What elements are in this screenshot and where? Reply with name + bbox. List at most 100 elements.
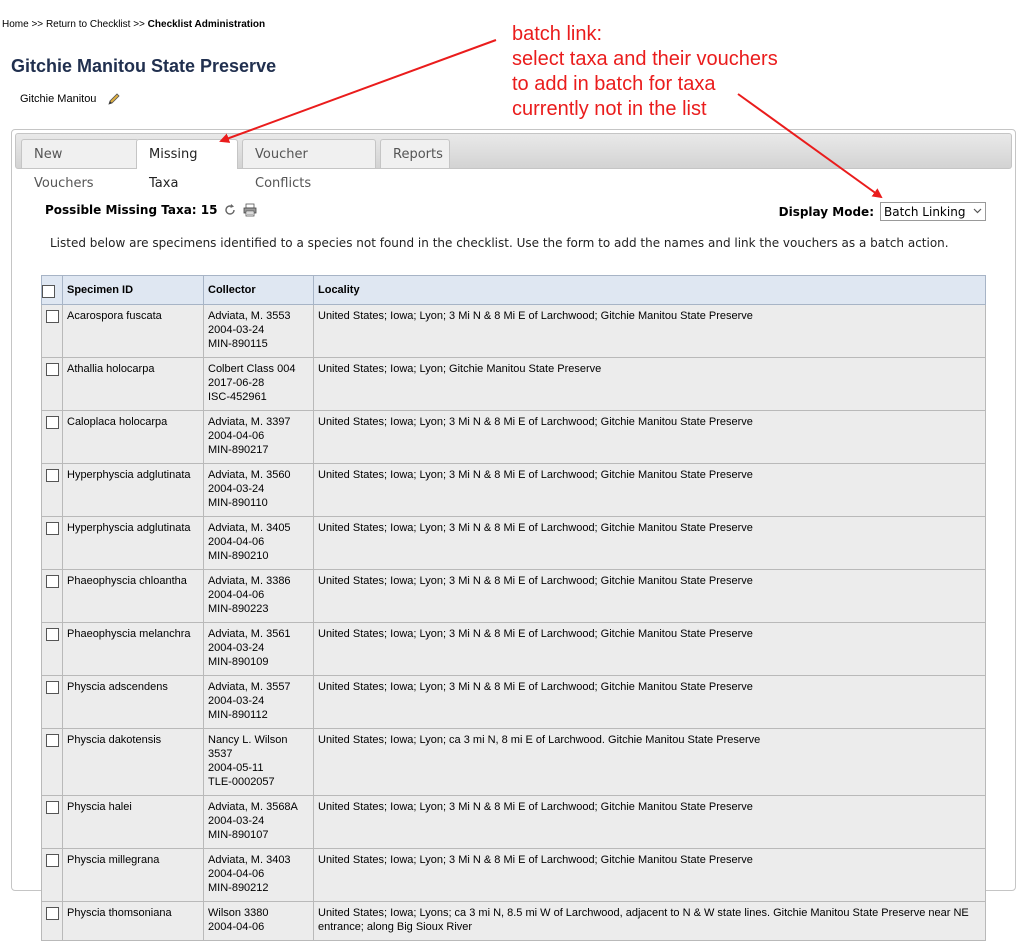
row-select-cell bbox=[41, 304, 63, 358]
collector-line: 2004-04-06 bbox=[208, 430, 265, 442]
row-select-cell bbox=[41, 795, 63, 849]
tab-missing-taxa[interactable]: Missing Taxa bbox=[136, 139, 238, 191]
collector-line: 2004-04-06 bbox=[208, 921, 265, 933]
print-icon[interactable] bbox=[243, 203, 257, 217]
collector-line: 2004-03-24 bbox=[208, 483, 265, 495]
select-all-cell bbox=[41, 275, 63, 305]
table-row: Physcia millegrana Adviata, M. 3403 2004-0… bbox=[41, 848, 986, 902]
collector-line: MIN-890112 bbox=[208, 709, 268, 721]
row-select-checkbox[interactable] bbox=[45, 801, 59, 814]
specimen-locality: United States; Iowa; Lyon; 3 Mi N & 8 Mi… bbox=[313, 410, 986, 464]
collector-line: 2017-06-28 bbox=[208, 377, 265, 389]
row-select-checkbox[interactable] bbox=[45, 628, 59, 641]
row-select-checkbox[interactable] bbox=[45, 681, 59, 694]
specimen-taxon: Physcia halei bbox=[62, 795, 204, 849]
specimen-taxon: Physcia dakotensis bbox=[62, 728, 204, 796]
specimen-taxon: Physcia thomsoniana bbox=[62, 901, 204, 941]
collector-line: Adviata, M. 3405 bbox=[208, 522, 291, 534]
tab-reports[interactable]: Reports bbox=[380, 139, 450, 168]
annotation-line: select taxa and their vouchers bbox=[512, 48, 778, 70]
collector-line: 2004-05-11 bbox=[208, 762, 264, 774]
missing-taxa-table: Specimen ID Collector Locality Acarospor… bbox=[41, 275, 986, 941]
specimen-locality: United States; Iowa; Lyon; 3 Mi N & 8 Mi… bbox=[313, 848, 986, 902]
select-all-checkbox[interactable] bbox=[42, 284, 55, 298]
refresh-icon[interactable] bbox=[223, 203, 237, 217]
display-mode-value: Batch Linking bbox=[884, 204, 966, 219]
row-select-checkbox[interactable] bbox=[45, 575, 59, 588]
specimen-taxon: Athallia holocarpa bbox=[62, 357, 204, 411]
row-select-cell bbox=[41, 410, 63, 464]
table-row: Physcia halei Adviata, M. 3568A 2004-03-24… bbox=[41, 795, 986, 849]
breadcrumb-current: Checklist Administration bbox=[147, 19, 266, 30]
specimen-collector: Adviata, M. 3553 2004-03-24 MIN-890115 bbox=[203, 304, 314, 358]
column-header-specimen-id: Specimen ID bbox=[62, 275, 204, 305]
row-select-checkbox[interactable] bbox=[45, 907, 59, 920]
annotation-line: currently not in the list bbox=[512, 98, 707, 120]
collector-line: MIN-890109 bbox=[208, 656, 269, 668]
specimen-collector: Adviata, M. 3560 2004-03-24 MIN-890110 bbox=[203, 463, 314, 517]
specimen-taxon: Acarospora fuscata bbox=[62, 304, 204, 358]
specimen-collector: Adviata, M. 3568A 2004-03-24 MIN-890107 bbox=[203, 795, 314, 849]
display-mode-control: Display Mode: Batch Linking bbox=[779, 202, 986, 221]
table-row: Acarospora fuscata Adviata, M. 3553 2004-0… bbox=[41, 304, 986, 358]
breadcrumb-return-link[interactable]: Return to Checklist bbox=[46, 19, 130, 30]
specimen-locality: United States; Iowa; Lyon; 3 Mi N & 8 Mi… bbox=[313, 304, 986, 358]
collector-line: 2004-04-06 bbox=[208, 536, 265, 548]
pencil-icon[interactable] bbox=[106, 91, 122, 107]
checklist-name: Gitchie Manitou bbox=[20, 93, 97, 105]
specimen-taxon: Physcia millegrana bbox=[62, 848, 204, 902]
table-row: Caloplaca holocarpa Adviata, M. 3397 2004-… bbox=[41, 410, 986, 464]
table-row: Phaeophyscia melanchra Adviata, M. 3561 20… bbox=[41, 622, 986, 676]
table-header-row: Specimen ID Collector Locality bbox=[41, 275, 986, 305]
collector-line: 2004-03-24 bbox=[208, 642, 265, 654]
tab-new-vouchers[interactable]: New Vouchers bbox=[21, 139, 139, 191]
row-select-checkbox[interactable] bbox=[45, 363, 59, 376]
collector-line: MIN-890223 bbox=[208, 603, 269, 615]
row-select-checkbox[interactable] bbox=[45, 469, 59, 482]
specimen-taxon: Phaeophyscia melanchra bbox=[62, 622, 204, 676]
row-select-checkbox[interactable] bbox=[45, 310, 59, 323]
collector-line: Adviata, M. 3560 bbox=[208, 469, 291, 481]
collector-line: Adviata, M. 3397 bbox=[208, 416, 291, 428]
collector-line: 2004-04-06 bbox=[208, 868, 265, 880]
display-mode-select[interactable]: Batch Linking bbox=[880, 202, 986, 221]
row-select-cell bbox=[41, 357, 63, 411]
collector-line: Wilson 3380 bbox=[208, 907, 269, 919]
chevron-down-icon bbox=[973, 207, 982, 217]
annotation-callout: batch link: select taxa and their vouche… bbox=[512, 22, 778, 122]
table-row: Athallia holocarpa Colbert Class 004 2017-… bbox=[41, 357, 986, 411]
collector-line: 3537 bbox=[208, 748, 233, 760]
row-select-cell bbox=[41, 463, 63, 517]
specimen-collector: Adviata, M. 3561 2004-03-24 MIN-890109 bbox=[203, 622, 314, 676]
tab-voucher-conflicts[interactable]: Voucher Conflicts bbox=[242, 139, 376, 191]
collector-line: 2004-03-24 bbox=[208, 324, 265, 336]
collector-line: 2004-03-24 bbox=[208, 815, 265, 827]
missing-taxa-header: Possible Missing Taxa: 15 bbox=[45, 203, 257, 217]
specimen-taxon: Hyperphyscia adglutinata bbox=[62, 463, 204, 517]
row-select-cell bbox=[41, 901, 63, 941]
specimen-locality: United States; Iowa; Lyon; 3 Mi N & 8 Mi… bbox=[313, 516, 986, 570]
row-select-checkbox[interactable] bbox=[45, 416, 59, 429]
table-row: Hyperphyscia adglutinata Adviata, M. 3405… bbox=[41, 516, 986, 570]
table-row: Phaeophyscia chloantha Adviata, M. 3386 20… bbox=[41, 569, 986, 623]
tab-bar: New Vouchers Missing Taxa Voucher Confli… bbox=[15, 133, 1012, 191]
row-select-checkbox[interactable] bbox=[45, 734, 59, 747]
row-select-cell bbox=[41, 569, 63, 623]
specimen-locality: United States; Iowa; Lyon; Gitchie Manit… bbox=[313, 357, 986, 411]
table-row: Physcia adscendens Adviata, M. 3557 2004-0… bbox=[41, 675, 986, 729]
specimen-collector: Colbert Class 004 2017-06-28 ISC-452961 bbox=[203, 357, 314, 411]
row-select-checkbox[interactable] bbox=[45, 854, 59, 867]
column-header-collector: Collector bbox=[203, 275, 314, 305]
collector-line: Adviata, M. 3386 bbox=[208, 575, 291, 587]
collector-line: Adviata, M. 3561 bbox=[208, 628, 291, 640]
breadcrumb-separator: >> bbox=[130, 19, 148, 30]
annotation-line: to add in batch for taxa bbox=[512, 73, 716, 95]
row-select-checkbox[interactable] bbox=[45, 522, 59, 535]
collector-line: Colbert Class 004 bbox=[208, 363, 296, 375]
specimen-locality: United States; Iowa; Lyon; ca 3 mi N, 8 … bbox=[313, 728, 986, 796]
page-title: Gitchie Manitou State Preserve bbox=[11, 56, 277, 76]
instructions-text: Listed below are specimens identified to… bbox=[50, 236, 949, 250]
collector-line: 2004-03-24 bbox=[208, 695, 265, 707]
collector-line: TLE-0002057 bbox=[208, 776, 275, 788]
breadcrumb-home-link[interactable]: Home bbox=[2, 19, 29, 30]
